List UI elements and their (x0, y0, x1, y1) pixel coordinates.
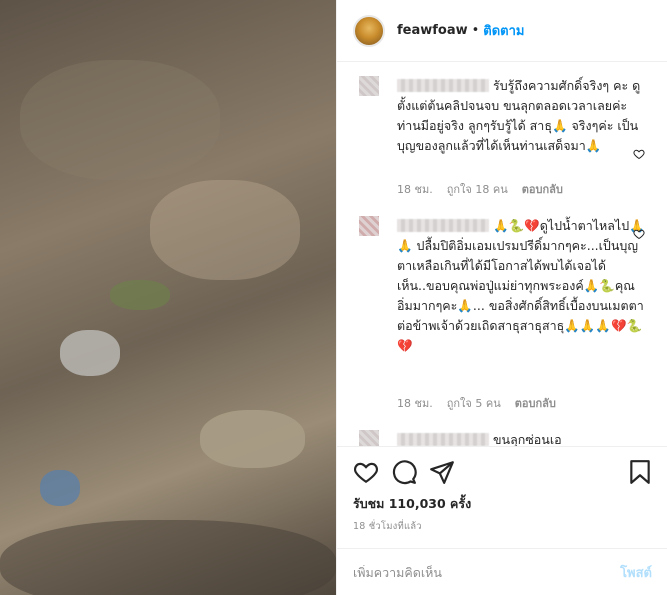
author-avatar[interactable] (353, 14, 385, 47)
comment-text: 🙏🐍💔ดูไปน้ำตาไหลไป🙏🙏 ปลื้มปิติอิ่มเอมเปรม… (397, 216, 647, 356)
plant-shape (110, 280, 170, 310)
like-comment-heart-icon[interactable] (633, 148, 645, 160)
post-video[interactable] (0, 0, 336, 595)
comment-item: ขนลุกซ่อนเอ (353, 424, 653, 446)
debris-shape (40, 470, 80, 506)
commenter-avatar[interactable] (359, 216, 379, 236)
reply-button[interactable]: ตอบกลับ (522, 180, 563, 198)
header-separator: • (471, 23, 480, 38)
comment-like-count[interactable]: ถูกใจ 18 คน (447, 180, 508, 198)
comment-age: 18 ชม. (397, 183, 433, 196)
comment-like-count[interactable]: ถูกใจ 5 คน (447, 394, 501, 412)
heart-icon[interactable] (353, 459, 379, 485)
author-username[interactable]: feawfoaw (397, 23, 468, 38)
commenter-avatar[interactable] (359, 430, 379, 446)
post-header: feawfoaw • ติดตาม (337, 0, 667, 62)
comment-icon[interactable] (391, 459, 417, 485)
rock-shape (200, 410, 305, 468)
commenter-avatar[interactable] (359, 76, 379, 96)
post-panel: feawfoaw • ติดตาม รับรู้ถึงความศักดิ์จริ… (336, 0, 667, 595)
share-icon[interactable] (429, 459, 455, 485)
commenter-name-blurred[interactable] (397, 433, 489, 446)
ground-shape (0, 520, 336, 595)
comment-meta: 18 ชม. ถูกใจ 18 คน ตอบกลับ (397, 180, 563, 198)
ground-shape (20, 60, 220, 180)
commenter-name-blurred[interactable] (397, 79, 489, 92)
comment-body: ขนลุกซ่อนเอ (493, 432, 562, 446)
like-comment-heart-icon[interactable] (633, 228, 645, 240)
bookmark-icon[interactable] (627, 459, 653, 485)
comment-item: 🙏🐍💔ดูไปน้ำตาไหลไป🙏🙏 ปลื้มปิติอิ่มเอมเปรม… (353, 210, 653, 420)
comment-age: 18 ชม. (397, 397, 433, 410)
comment-text: ขนลุกซ่อนเอ (397, 430, 647, 446)
add-comment-input[interactable] (353, 564, 621, 580)
comments-list[interactable]: รับรู้ถึงความศักดิ์จริงๆ คะ ดูตั้งแต่ต้น… (337, 62, 667, 446)
comment-composer: โพสต์ (337, 548, 667, 595)
comment-item: รับรู้ถึงความศักดิ์จริงๆ คะ ดูตั้งแต่ต้น… (353, 70, 653, 206)
commenter-name-blurred[interactable] (397, 219, 489, 232)
comment-meta: 18 ชม. ถูกใจ 5 คน ตอบกลับ (397, 394, 556, 412)
comment-text: รับรู้ถึงความศักดิ์จริงๆ คะ ดูตั้งแต่ต้น… (397, 76, 647, 156)
view-count[interactable]: รับชม 110,030 ครั้ง (353, 494, 471, 514)
post-comment-button[interactable]: โพสต์ (620, 562, 652, 583)
ground-shape (150, 180, 300, 280)
reply-button[interactable]: ตอบกลับ (515, 394, 556, 412)
rock-shape (60, 330, 120, 376)
post-timestamp[interactable]: 18 ชั่วโมงที่แล้ว (353, 519, 422, 534)
comment-body: 🙏🐍💔ดูไปน้ำตาไหลไป🙏🙏 ปลื้มปิติอิ่มเอมเปรม… (397, 218, 645, 353)
post-actions: รับชม 110,030 ครั้ง 18 ชั่วโมงที่แล้ว (337, 446, 667, 550)
follow-button[interactable]: ติดตาม (483, 20, 524, 41)
